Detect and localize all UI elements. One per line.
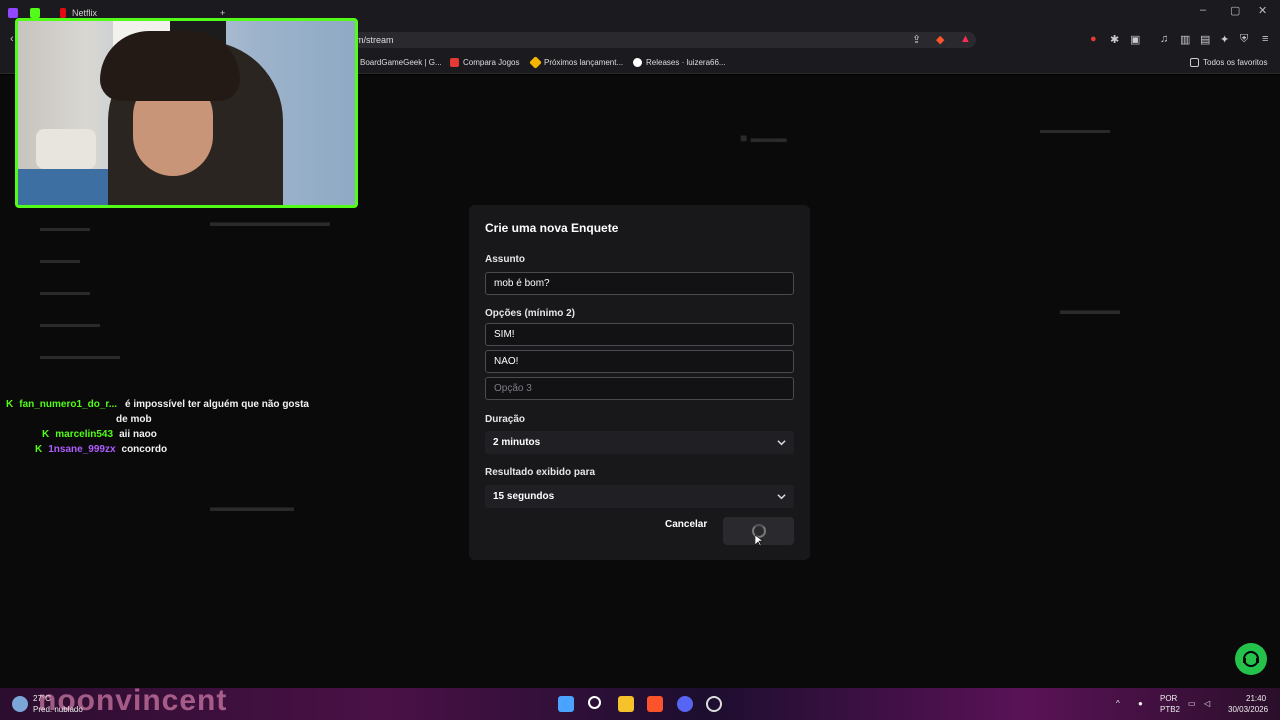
- option-3-input[interactable]: [485, 377, 794, 400]
- bookmark-item[interactable]: Próximos lançament...: [529, 56, 623, 69]
- folder-icon: [1190, 58, 1199, 67]
- dim-sidebar: ▬▬▬▬▬: [40, 287, 90, 298]
- cam-hair: [100, 31, 240, 101]
- search-icon[interactable]: [588, 696, 601, 709]
- windows-start-icon[interactable]: [558, 696, 574, 712]
- chat-message: K fan_numero1_do_r... é impossível ter a…: [6, 399, 309, 410]
- brave-rewards-icon[interactable]: ▲: [960, 33, 971, 45]
- dim-sidebar: ▬▬▬▬▬▬: [40, 319, 100, 330]
- windows-taskbar: noonvincent 27°C Pred. nublado ^ ● POR P…: [0, 684, 1280, 720]
- duration-select[interactable]: 2 minutos: [485, 431, 794, 454]
- dim-panel-title: ▬▬▬▬▬▬▬: [1040, 125, 1110, 136]
- chat-text: concordo: [121, 444, 168, 455]
- options-label: Opções (mínimo 2): [485, 308, 576, 319]
- create-poll-modal: Crie uma nova Enquete Assunto Opções (mí…: [469, 205, 810, 560]
- kick-icon: [30, 8, 40, 18]
- clock-time[interactable]: 21:40: [1246, 694, 1266, 703]
- webcam-overlay: [15, 18, 358, 208]
- leo-icon[interactable]: ✦: [1220, 33, 1229, 46]
- all-favorites[interactable]: Todos os favoritos: [1190, 58, 1267, 67]
- headset-icon: [1243, 651, 1259, 667]
- chat-text: aii naoo: [119, 429, 157, 440]
- brave-shield-icon[interactable]: ◆: [936, 33, 944, 46]
- discord-icon[interactable]: [677, 696, 693, 712]
- reader-icon[interactable]: ▣: [1130, 33, 1140, 46]
- dim-stream-title: ▬▬▬▬▬▬▬▬▬▬: [210, 215, 330, 229]
- back-icon[interactable]: ‹: [10, 33, 14, 45]
- kick-badge-icon: K: [35, 444, 43, 455]
- chat-message: K 1nsane_999zx concordo: [35, 444, 167, 455]
- twitch-icon: [8, 8, 18, 18]
- bookmark-item[interactable]: Releases · luizera66...: [633, 58, 726, 67]
- option-2-input[interactable]: [485, 350, 794, 373]
- chat-text: é impossível ter alguém que não gosta: [125, 399, 309, 410]
- language-code[interactable]: POR: [1160, 694, 1177, 703]
- chevron-up-icon[interactable]: ^: [1116, 699, 1120, 708]
- kick-badge-icon: K: [6, 399, 14, 410]
- subject-label: Assunto: [485, 254, 525, 265]
- maximize-icon[interactable]: ▢: [1230, 4, 1240, 17]
- network-icon[interactable]: ▭: [1188, 699, 1196, 708]
- obs-icon[interactable]: [706, 696, 722, 712]
- dim-section-title: ▬▬▬▬▬▬▬: [210, 500, 294, 514]
- github-icon: [633, 58, 642, 67]
- share-icon[interactable]: ⇪: [912, 33, 921, 46]
- chat-text: de mob: [116, 414, 152, 425]
- sidebar-icon[interactable]: ▥: [1180, 33, 1190, 46]
- bookmark-icon: [529, 56, 542, 69]
- mouse-cursor-icon: [755, 535, 763, 547]
- volume-icon[interactable]: ◁: [1204, 699, 1210, 708]
- chat-username: marcelin543: [55, 429, 114, 440]
- result-label: Resultado exibido para: [485, 467, 596, 478]
- kick-badge-icon: K: [42, 429, 50, 440]
- music-icon[interactable]: ♫: [1160, 33, 1168, 45]
- option-1-input[interactable]: [485, 323, 794, 346]
- menu-icon[interactable]: ≡: [1262, 33, 1268, 45]
- wallet-icon[interactable]: ▤: [1200, 33, 1210, 46]
- chat-message-continued: de mob: [116, 414, 152, 425]
- chevron-down-icon: [777, 494, 786, 500]
- minimize-icon[interactable]: –: [1200, 4, 1206, 16]
- file-explorer-icon[interactable]: [618, 696, 634, 712]
- vpn-icon[interactable]: ⛨: [1240, 33, 1248, 46]
- chat-username: fan_numero1_do_r...: [19, 399, 118, 410]
- keyboard-layout[interactable]: PTB2: [1160, 705, 1180, 714]
- dim-sidebar: ▬▬▬▬: [40, 255, 80, 266]
- weather-icon[interactable]: [12, 696, 28, 712]
- netflix-icon: [60, 8, 66, 18]
- tab-label: Netflix: [72, 8, 98, 18]
- dim-panel-title: ▬▬▬▬▬: [1060, 303, 1120, 317]
- chevron-down-icon: [777, 440, 786, 446]
- extensions-icon[interactable]: ✱: [1110, 33, 1119, 46]
- weather-desc: Pred. nublado: [33, 705, 83, 714]
- bookmark-icon: [450, 58, 459, 67]
- extension-icon[interactable]: ●: [1090, 33, 1097, 45]
- brave-browser-icon[interactable]: [647, 696, 663, 712]
- chat-message: K marcelin543 aii naoo: [42, 429, 157, 440]
- support-chat-button[interactable]: [1235, 643, 1267, 675]
- dim-sidebar: ▬▬▬▬▬: [40, 223, 90, 234]
- result-duration-select[interactable]: 15 segundos: [485, 485, 794, 508]
- cam-pillow: [36, 129, 96, 169]
- duration-value: 2 minutos: [493, 437, 541, 448]
- weather-temp: 27°C: [33, 694, 51, 703]
- bookmark-item[interactable]: BoardGameGeek | G...: [360, 58, 442, 67]
- dim-sidebar: ▬▬▬▬▬▬▬▬: [40, 351, 120, 362]
- clock-date[interactable]: 30/03/2026: [1228, 705, 1268, 714]
- close-icon[interactable]: ✕: [1258, 4, 1267, 17]
- subject-input[interactable]: [485, 272, 794, 295]
- bookmark-item[interactable]: Compara Jogos: [450, 58, 519, 67]
- modal-title: Crie uma nova Enquete: [485, 221, 619, 235]
- result-value: 15 segundos: [493, 491, 555, 502]
- dim-panel-title: ■ ▬▬▬: [740, 131, 787, 145]
- cancel-button[interactable]: Cancelar: [665, 519, 707, 530]
- url-field[interactable]: m/stream: [352, 32, 976, 48]
- duration-label: Duração: [485, 414, 526, 425]
- chat-username: 1nsane_999zx: [48, 444, 116, 455]
- mic-icon[interactable]: ●: [1138, 699, 1143, 708]
